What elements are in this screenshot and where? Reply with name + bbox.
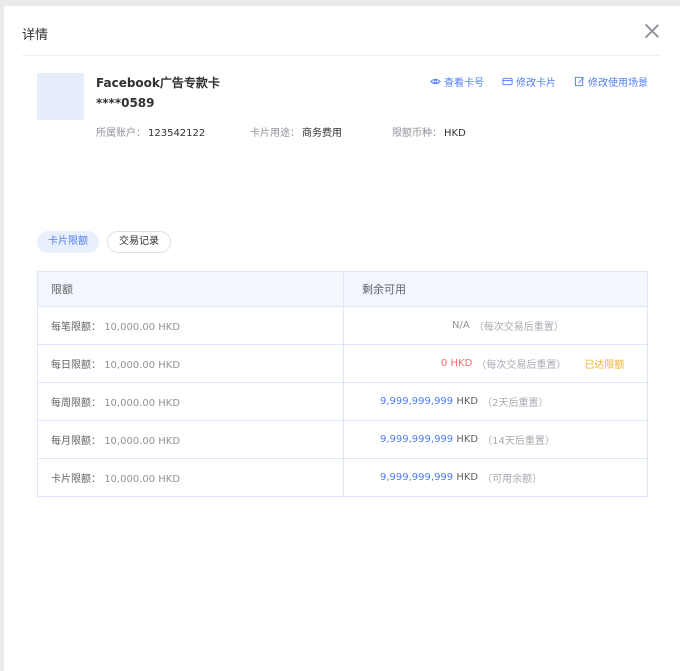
- remaining-note: （可用余额）: [482, 474, 543, 485]
- column-header-remaining: 剩余可用: [343, 271, 648, 307]
- remaining-cell: 9,999,999,999 HKD （可用余额）: [343, 458, 648, 497]
- view-card-number-button[interactable]: 查看卡号: [430, 74, 484, 89]
- account-value: 123542122: [148, 128, 206, 139]
- card-name: Facebook广告专款卡: [96, 76, 220, 90]
- limit-value: 10,000.00 HKD: [104, 474, 181, 485]
- limit-cell: 每月限额： 10,000.00 HKD: [37, 420, 344, 459]
- purpose-label: 卡片用途：: [250, 128, 300, 139]
- remaining-amount: 0 HKD: [441, 358, 473, 369]
- remaining-note: （14天后重置）: [482, 436, 555, 447]
- dialog-title: 详情: [22, 28, 49, 43]
- remaining-amount: N/A: [452, 320, 470, 331]
- remaining-amount: 9,999,999,999: [380, 396, 454, 407]
- close-icon[interactable]: [643, 22, 661, 40]
- remaining-cell: N/A （每次交易后重置）: [343, 306, 648, 345]
- card-actions: 查看卡号 修改卡片 修改使用场景: [430, 74, 648, 89]
- remaining-cell: 9,999,999,999 HKD （2天后重置）: [343, 382, 648, 421]
- eye-icon: [430, 78, 441, 85]
- remaining-cell: 0 HKD （每次交易后重置） 已达限额: [343, 344, 648, 383]
- card-number: ****0589: [96, 96, 155, 110]
- limit-cell: 每周限额： 10,000.00 HKD: [37, 382, 344, 421]
- limit-label: 每日限额：: [51, 360, 101, 371]
- remaining-unit: HKD: [456, 472, 479, 483]
- currency-info: 限额币种： HKD: [392, 124, 466, 139]
- limit-cell: 卡片限额： 10,000.00 HKD: [37, 458, 344, 497]
- limit-label: 每周限额：: [51, 398, 101, 409]
- limit-label: 每笔限额：: [51, 322, 101, 333]
- view-card-number-label: 查看卡号: [444, 78, 484, 89]
- purpose-info: 卡片用途： 商务费用: [250, 124, 342, 139]
- limit-value: 10,000.00 HKD: [104, 398, 181, 409]
- limit-cell: 每日限额： 10,000.00 HKD: [37, 344, 344, 383]
- card-icon: [502, 77, 513, 86]
- table-row: 卡片限额： 10,000.00 HKD 9,999,999,999 HKD （可用…: [37, 458, 648, 497]
- edit-card-button[interactable]: 修改卡片: [502, 74, 556, 89]
- account-info: 所属账户： 123542122: [96, 124, 205, 139]
- status-badge: 已达限额: [584, 360, 625, 371]
- limit-table: 限额 剩余可用 每笔限额： 10,000.00 HKD N/A （每次交易后重置）…: [37, 271, 648, 497]
- table-row: 每月限额： 10,000.00 HKD 9,999,999,999 HKD （14…: [37, 420, 648, 459]
- limit-label: 卡片限额：: [51, 474, 101, 485]
- limit-value: 10,000.00 HKD: [104, 360, 181, 371]
- remaining-amount: 9,999,999,999: [380, 434, 454, 445]
- remaining-unit: HKD: [456, 434, 479, 445]
- column-header-limit: 限额: [37, 271, 344, 307]
- remaining-note: （每次交易后重置）: [473, 322, 564, 333]
- purpose-value: 商务费用: [302, 128, 342, 139]
- currency-label: 限额币种：: [392, 128, 442, 139]
- limit-value: 10,000.00 HKD: [104, 436, 181, 447]
- remaining-amount: 9,999,999,999: [380, 472, 454, 483]
- dialog-header: 详情: [22, 6, 661, 56]
- remaining-note: （每次交易后重置）: [476, 360, 567, 371]
- edit-scene-label: 修改使用场景: [588, 78, 648, 89]
- limit-label: 每月限额：: [51, 436, 101, 447]
- remaining-unit: HKD: [456, 396, 479, 407]
- detail-tabs: 卡片限额 交易记录: [37, 231, 171, 253]
- limit-value: 10,000.00 HKD: [104, 322, 181, 333]
- edit-icon: [574, 76, 584, 87]
- card-thumbnail: [37, 73, 84, 120]
- remaining-cell: 9,999,999,999 HKD （14天后重置）: [343, 420, 648, 459]
- edit-scene-button[interactable]: 修改使用场景: [574, 74, 648, 89]
- table-row: 每日限额： 10,000.00 HKD 0 HKD （每次交易后重置） 已达限额: [37, 344, 648, 383]
- edit-card-label: 修改卡片: [516, 78, 556, 89]
- detail-dialog: 详情 Facebook广告专款卡 ****0589 所属账户： 123542122…: [4, 6, 680, 671]
- remaining-note: （2天后重置）: [482, 398, 549, 409]
- tab-card-limit[interactable]: 卡片限额: [37, 231, 99, 253]
- account-label: 所属账户：: [96, 128, 146, 139]
- currency-value: HKD: [444, 128, 466, 139]
- tab-transactions[interactable]: 交易记录: [107, 231, 171, 253]
- limit-cell: 每笔限额： 10,000.00 HKD: [37, 306, 344, 345]
- table-header-row: 限额 剩余可用: [37, 271, 648, 307]
- table-row: 每笔限额： 10,000.00 HKD N/A （每次交易后重置）: [37, 306, 648, 345]
- table-row: 每周限额： 10,000.00 HKD 9,999,999,999 HKD （2天…: [37, 382, 648, 421]
